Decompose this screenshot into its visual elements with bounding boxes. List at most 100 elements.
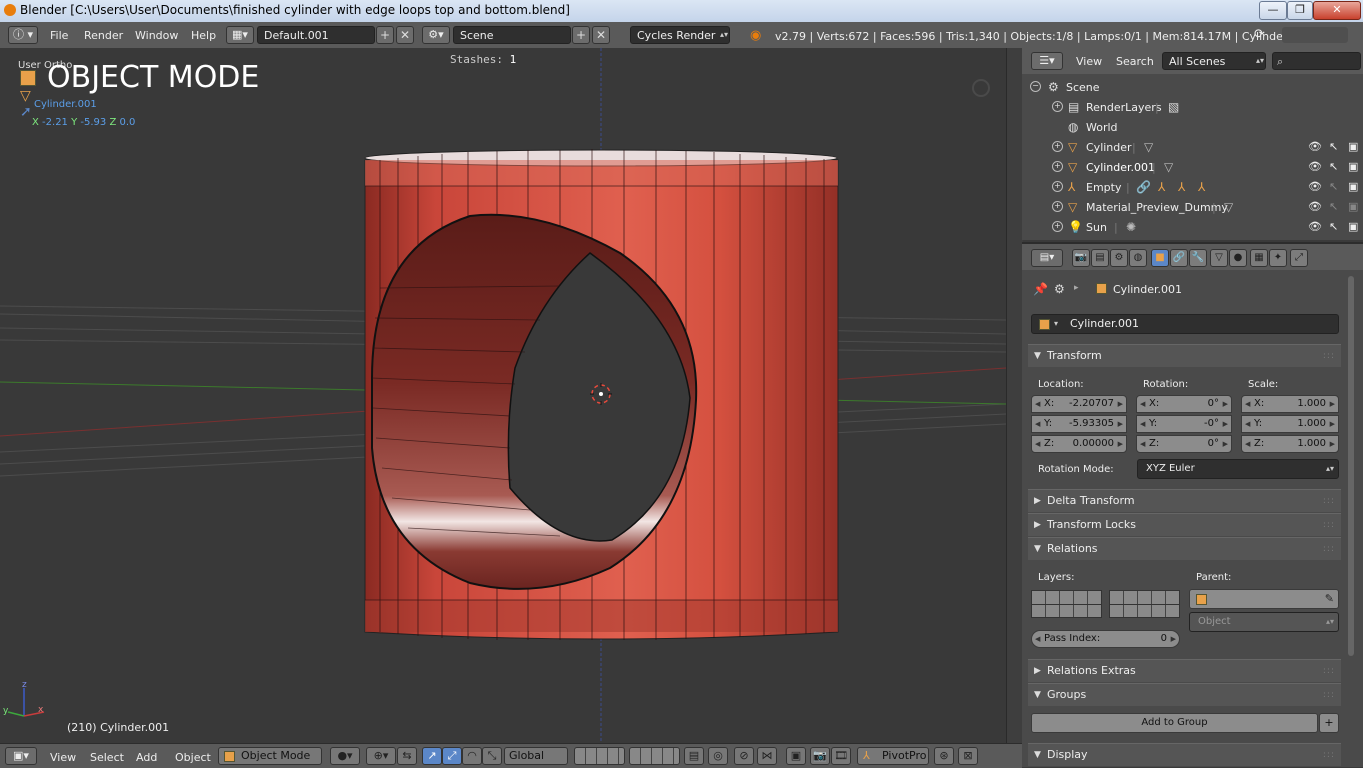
panel-grip-icon[interactable]: ::: xyxy=(1323,660,1335,682)
menu-add[interactable]: Add xyxy=(136,751,157,764)
renderlayers-tab-icon[interactable]: ▤ xyxy=(1091,249,1109,267)
expand-toggle-icon[interactable]: + xyxy=(1052,161,1063,172)
panel-grip-icon[interactable]: ::: xyxy=(1323,538,1335,560)
expand-toggle-icon[interactable]: + xyxy=(1052,101,1063,112)
visibility-eye-icon[interactable]: 👁 xyxy=(1308,200,1322,213)
refresh-icon[interactable]: ⟳ xyxy=(1254,27,1265,42)
add-layout-button[interactable]: + xyxy=(376,26,394,44)
fullscreen-icon[interactable] xyxy=(1282,27,1348,43)
menu-object[interactable]: Object xyxy=(175,751,211,764)
modifiers-tab-icon[interactable]: 🔧 xyxy=(1189,249,1207,267)
outliner-search-input[interactable]: ⌕ xyxy=(1272,52,1361,70)
relations-extras-panel-header[interactable]: ▶ Relations Extras ::: xyxy=(1028,659,1341,682)
eyedropper-icon[interactable]: ✎ xyxy=(1325,590,1334,608)
select-cursor-icon[interactable]: ↖ xyxy=(1329,220,1338,233)
interaction-mode-dropdown[interactable]: Object Mode xyxy=(218,747,322,765)
relations-panel-header[interactable]: ▼ Relations ::: xyxy=(1028,537,1341,560)
outliner-row-cylinder-001[interactable]: + ▽ Cylinder.001 | ▽ 👁 ↖ ▣ xyxy=(1022,158,1363,178)
decrement-arrow-icon[interactable]: ◀ xyxy=(1035,436,1040,452)
parent-field[interactable]: ✎ xyxy=(1189,589,1339,609)
object-name-field[interactable]: ▾ Cylinder.001 xyxy=(1031,314,1339,334)
increment-arrow-icon[interactable]: ▶ xyxy=(1118,416,1123,432)
select-cursor-icon[interactable]: ↖ xyxy=(1329,180,1338,193)
increment-arrow-icon[interactable]: ▶ xyxy=(1223,436,1228,452)
increment-arrow-icon[interactable]: ▶ xyxy=(1223,396,1228,412)
layers-grid-left[interactable] xyxy=(574,747,625,765)
increment-arrow-icon[interactable]: ▶ xyxy=(1118,396,1123,412)
menu-help[interactable]: Help xyxy=(191,29,216,42)
render-animation-icon[interactable]: 🎞 xyxy=(831,747,851,765)
layers-grid-right[interactable] xyxy=(629,747,680,765)
outliner-menu-search[interactable]: Search xyxy=(1116,55,1154,68)
transform-panel-header[interactable]: ▼ Transform ::: xyxy=(1028,344,1341,367)
menu-window[interactable]: Window xyxy=(135,29,178,42)
decrement-arrow-icon[interactable]: ◀ xyxy=(1140,436,1145,452)
menu-view[interactable]: View xyxy=(50,751,76,764)
scale-z-field[interactable]: ◀ Z: 1.000 ▶ xyxy=(1241,435,1339,453)
scene-icon[interactable]: ⚙▾ xyxy=(422,26,450,44)
outliner-row-material-preview-dummy[interactable]: + ▽ Material_Preview_Dummy | ▽ 👁 ↖ ▣ xyxy=(1022,198,1363,218)
visibility-eye-icon[interactable]: 👁 xyxy=(1308,140,1322,153)
panel-grip-icon[interactable]: ::: xyxy=(1323,744,1335,766)
increment-arrow-icon[interactable]: ▶ xyxy=(1330,416,1335,432)
snap-target-icon[interactable]: ▣ xyxy=(786,747,806,765)
render-camera-icon[interactable]: ▣ xyxy=(1348,140,1358,153)
object-tab-icon[interactable]: ■ xyxy=(1151,249,1169,267)
render-camera-icon[interactable]: ▣ xyxy=(1348,220,1358,233)
texture-tab-icon[interactable]: ▦ xyxy=(1250,249,1268,267)
expand-toggle-icon[interactable]: + xyxy=(1052,181,1063,192)
viewport-toolshelf-edge[interactable] xyxy=(1006,48,1023,743)
pivotpro-button[interactable]: ⅄ PivotPro xyxy=(857,747,929,765)
display-panel-header[interactable]: ▼ Display ::: xyxy=(1028,743,1341,766)
decrement-arrow-icon[interactable]: ◀ xyxy=(1245,396,1250,412)
world-tab-icon[interactable]: ◍ xyxy=(1129,249,1147,267)
render-camera-icon[interactable]: ▣ xyxy=(1348,180,1358,193)
rotation-y-field[interactable]: ◀ Y: -0° ▶ xyxy=(1136,415,1232,433)
lock-layers-icon[interactable]: ▤ xyxy=(684,747,704,765)
translate-manipulator-icon[interactable]: ↗ xyxy=(422,747,442,765)
proportional-edit-icon[interactable]: ◎ xyxy=(708,747,728,765)
visibility-eye-icon[interactable]: 👁 xyxy=(1308,160,1322,173)
groups-panel-header[interactable]: ▼ Groups ::: xyxy=(1028,683,1341,706)
increment-arrow-icon[interactable]: ▶ xyxy=(1118,436,1123,452)
pivot-point-dropdown[interactable]: ⊕▾ xyxy=(366,747,396,765)
location-z-field[interactable]: ◀ Z: 0.00000 ▶ xyxy=(1031,435,1127,453)
move-manipulator-icon[interactable]: ⤢ xyxy=(442,747,462,765)
menu-render[interactable]: Render xyxy=(84,29,123,42)
close-button[interactable]: ✕ xyxy=(1313,1,1361,20)
panel-grip-icon[interactable]: ::: xyxy=(1323,345,1335,367)
snap-toggle-icon[interactable]: ⊘ xyxy=(734,747,754,765)
properties-scrollbar[interactable] xyxy=(1348,276,1354,656)
mesh-data-tab-icon[interactable]: ▽ xyxy=(1210,249,1228,267)
decrement-arrow-icon[interactable]: ◀ xyxy=(1035,396,1040,412)
select-cursor-icon[interactable]: ↖ xyxy=(1329,200,1338,213)
manipulator-toggle[interactable]: ⇆ xyxy=(397,747,417,765)
outliner-row-renderlayers[interactable]: + ▤ RenderLayers | ▧ xyxy=(1022,98,1363,118)
location-x-field[interactable]: ◀ X: -2.20707 ▶ xyxy=(1031,395,1127,413)
scale-manipulator-icon[interactable]: ⤡ xyxy=(482,747,502,765)
snap-element-icon[interactable]: ⋈ xyxy=(757,747,777,765)
material-tab-icon[interactable]: ● xyxy=(1229,249,1247,267)
increment-arrow-icon[interactable]: ▶ xyxy=(1171,631,1176,647)
outliner-scenes-dropdown[interactable]: All Scenes xyxy=(1162,52,1266,70)
add-to-group-button[interactable]: Add to Group xyxy=(1031,713,1318,733)
decrement-arrow-icon[interactable]: ◀ xyxy=(1140,416,1145,432)
collapse-toggle-icon[interactable]: − xyxy=(1030,81,1041,92)
screen-layout-field[interactable]: Default.001 xyxy=(257,26,375,44)
select-cursor-icon[interactable]: ↖ xyxy=(1329,160,1338,173)
decrement-arrow-icon[interactable]: ◀ xyxy=(1245,416,1250,432)
scene-tab-icon[interactable]: ⚙ xyxy=(1110,249,1128,267)
rotation-mode-dropdown[interactable]: XYZ Euler ▴▾ xyxy=(1137,459,1339,479)
increment-arrow-icon[interactable]: ▶ xyxy=(1330,396,1335,412)
decrement-arrow-icon[interactable]: ◀ xyxy=(1245,436,1250,452)
panel-grip-icon[interactable]: ::: xyxy=(1323,684,1335,706)
outliner-row-empty[interactable]: + ⅄ Empty | 🔗 ⅄ ⅄ ⅄ 👁 ↖ ▣ xyxy=(1022,178,1363,198)
rotate-manipulator-icon[interactable]: ◠ xyxy=(462,747,482,765)
render-icon[interactable]: 📷 xyxy=(810,747,830,765)
rotation-z-field[interactable]: ◀ Z: 0° ▶ xyxy=(1136,435,1232,453)
render-engine-dropdown[interactable]: Cycles Render xyxy=(630,26,730,44)
add-scene-button[interactable]: + xyxy=(572,26,590,44)
outliner-editor-type-button[interactable]: ☰▾ xyxy=(1031,52,1063,70)
decrement-arrow-icon[interactable]: ◀ xyxy=(1140,396,1145,412)
panel-grip-icon[interactable]: ::: xyxy=(1323,490,1335,512)
